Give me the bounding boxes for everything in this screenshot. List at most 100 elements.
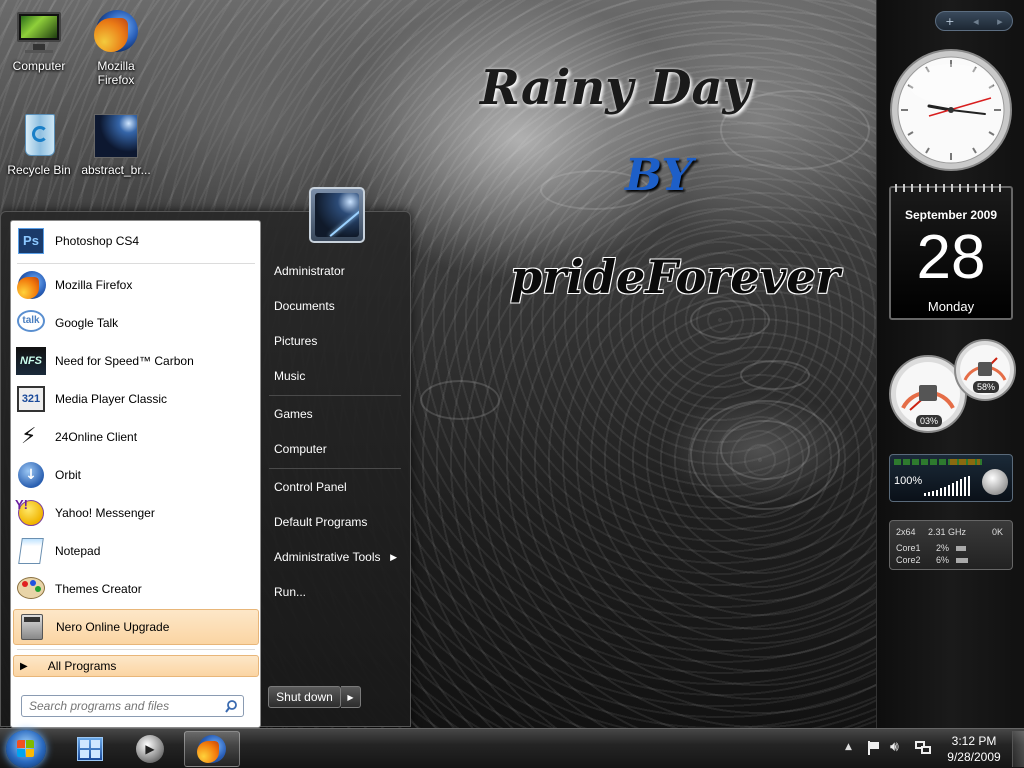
add-gadget-icon[interactable]: + bbox=[945, 15, 954, 28]
cpu-arch: 2x64 bbox=[896, 527, 916, 537]
ripple bbox=[690, 300, 770, 340]
user-avatar-icon bbox=[315, 193, 359, 237]
menu-administrator[interactable]: Administrator bbox=[265, 256, 403, 286]
volume-gadget[interactable]: 100% bbox=[889, 454, 1013, 502]
24online-icon: ⚡ bbox=[21, 424, 37, 449]
calendar-day: 28 bbox=[916, 223, 986, 292]
speaker-icon[interactable] bbox=[982, 469, 1008, 495]
taskbar-explorer[interactable] bbox=[62, 731, 118, 767]
menu-label: Games bbox=[274, 407, 313, 421]
menu-documents[interactable]: Documents bbox=[265, 291, 403, 321]
windows-explorer-icon bbox=[77, 737, 103, 761]
core1-bar bbox=[956, 546, 966, 551]
divider bbox=[269, 468, 401, 469]
taskbar-media-player[interactable]: ▶ bbox=[122, 731, 178, 767]
show-desktop-button[interactable] bbox=[1012, 731, 1024, 767]
program-themes-creator[interactable]: Themes Creator bbox=[13, 571, 259, 607]
wallpaper-author: prideForever bbox=[510, 250, 840, 304]
program-notepad[interactable]: Notepad bbox=[13, 533, 259, 569]
notepad-icon bbox=[15, 535, 47, 567]
menu-label: Computer bbox=[274, 442, 327, 456]
menu-control-panel[interactable]: Control Panel bbox=[265, 472, 403, 502]
program-label: Orbit bbox=[55, 468, 82, 482]
search-icon[interactable] bbox=[225, 699, 237, 713]
firefox-icon bbox=[197, 734, 227, 764]
program-24online[interactable]: ⚡ 24Online Client bbox=[13, 419, 259, 455]
menu-pictures[interactable]: Pictures bbox=[265, 326, 403, 356]
desktop-icon-computer[interactable]: Computer bbox=[1, 8, 77, 73]
menu-label: Pictures bbox=[274, 334, 318, 348]
shutdown-label: Shut down bbox=[276, 690, 333, 704]
volume-icon[interactable]: 🔊︎ bbox=[890, 739, 899, 755]
image-file-icon bbox=[92, 112, 140, 160]
desktop-icon-firefox[interactable]: Mozilla Firefox bbox=[78, 8, 154, 87]
all-programs-label: All Programs bbox=[47, 659, 117, 673]
network-icon[interactable] bbox=[915, 741, 931, 755]
shutdown-button[interactable]: Shut down bbox=[268, 686, 341, 708]
program-yahoo-messenger[interactable]: Y! Yahoo! Messenger bbox=[13, 495, 259, 531]
core1-label: Core1 bbox=[896, 543, 921, 553]
desktop-icon-label: Computer bbox=[12, 59, 66, 73]
ram-percent: 58% bbox=[973, 381, 999, 393]
start-button[interactable] bbox=[6, 730, 46, 768]
program-nfs-carbon[interactable]: NFS Need for Speed™ Carbon bbox=[13, 343, 259, 379]
menu-label: Administrative Tools bbox=[274, 550, 381, 564]
clock-gadget[interactable] bbox=[889, 48, 1013, 172]
menu-administrative-tools[interactable]: Administrative Tools ▶ bbox=[265, 542, 403, 572]
user-picture[interactable] bbox=[309, 187, 365, 243]
program-google-talk[interactable]: talk Google Talk bbox=[13, 305, 259, 341]
menu-default-programs[interactable]: Default Programs bbox=[265, 507, 403, 537]
menu-label: Administrator bbox=[274, 264, 345, 278]
computer-icon bbox=[15, 8, 63, 56]
windows-logo-icon bbox=[17, 740, 25, 748]
taskbar-firefox[interactable] bbox=[184, 731, 240, 767]
recycle-bin-icon bbox=[15, 112, 63, 160]
program-label: Need for Speed™ Carbon bbox=[55, 354, 194, 368]
cpu-info-gadget[interactable]: 2x64 2.31 GHz 0K Core1 2% Core2 6% bbox=[889, 520, 1013, 570]
desktop-icon-recycle-bin[interactable]: Recycle Bin bbox=[1, 112, 77, 177]
taskbar: ▶ ▲ 🔊︎ 3:12 PM 9/28/2009 bbox=[0, 728, 1024, 768]
yahoo-icon: Y! bbox=[15, 497, 47, 529]
firefox-icon bbox=[92, 8, 140, 56]
ripple bbox=[420, 380, 500, 420]
program-nero-online-upgrade[interactable]: Nero Online Upgrade bbox=[13, 609, 259, 645]
taskbar-clock[interactable]: 3:12 PM 9/28/2009 bbox=[940, 733, 1008, 765]
start-menu: Ps Photoshop CS4 Mozilla Firefox talk Go… bbox=[0, 187, 411, 728]
menu-run[interactable]: Run... bbox=[265, 577, 403, 607]
volume-level: 100% bbox=[894, 475, 923, 487]
menu-label: Default Programs bbox=[274, 515, 368, 529]
search-box[interactable] bbox=[21, 695, 244, 717]
submenu-arrow-icon: ▶ bbox=[390, 551, 397, 562]
volume-led-amber bbox=[950, 459, 980, 465]
program-label: Mozilla Firefox bbox=[55, 278, 133, 292]
program-orbit[interactable]: ↓ Orbit bbox=[13, 457, 259, 493]
volume-bars bbox=[924, 476, 970, 496]
divider bbox=[17, 263, 255, 264]
menu-computer[interactable]: Computer bbox=[265, 434, 403, 464]
cpu-extra: 0K bbox=[992, 527, 1004, 537]
show-hidden-icons-icon[interactable]: ▲ bbox=[845, 742, 852, 752]
menu-label: Run... bbox=[274, 585, 307, 599]
menu-music[interactable]: Music bbox=[265, 361, 403, 391]
program-photoshop[interactable]: Ps Photoshop CS4 bbox=[13, 223, 259, 259]
program-media-player-classic[interactable]: 321 Media Player Classic bbox=[13, 381, 259, 417]
all-programs-button[interactable]: ▶ All Programs bbox=[13, 655, 259, 677]
search-input[interactable] bbox=[29, 699, 219, 713]
calendar-gadget[interactable]: September 2009 28 Monday bbox=[889, 184, 1013, 320]
shutdown-options-button[interactable]: ▶ bbox=[341, 686, 361, 708]
program-firefox[interactable]: Mozilla Firefox bbox=[13, 267, 259, 303]
menu-games[interactable]: Games bbox=[265, 399, 403, 429]
cpu-meter-gadget[interactable]: 03% 58% bbox=[887, 338, 1021, 434]
desktop-icon-abstract[interactable]: abstract_br... bbox=[78, 112, 154, 177]
next-icon[interactable]: ▸ bbox=[997, 15, 1003, 28]
previous-icon[interactable]: ◂ bbox=[973, 15, 979, 28]
program-label: Notepad bbox=[55, 544, 101, 558]
desktop-icon-label: Mozilla Firefox bbox=[97, 59, 135, 87]
cpu-speed: 2.31 GHz bbox=[928, 527, 967, 537]
orbit-icon: ↓ bbox=[15, 459, 47, 491]
firefox-icon bbox=[15, 269, 47, 301]
action-center-flag-icon[interactable] bbox=[866, 741, 880, 755]
themes-creator-icon bbox=[15, 573, 47, 605]
gadget-sidebar: + ◂ ▸ September 2009 28 Monday 03% 58% 1… bbox=[876, 0, 1024, 728]
calendar-weekday: Monday bbox=[927, 299, 975, 314]
